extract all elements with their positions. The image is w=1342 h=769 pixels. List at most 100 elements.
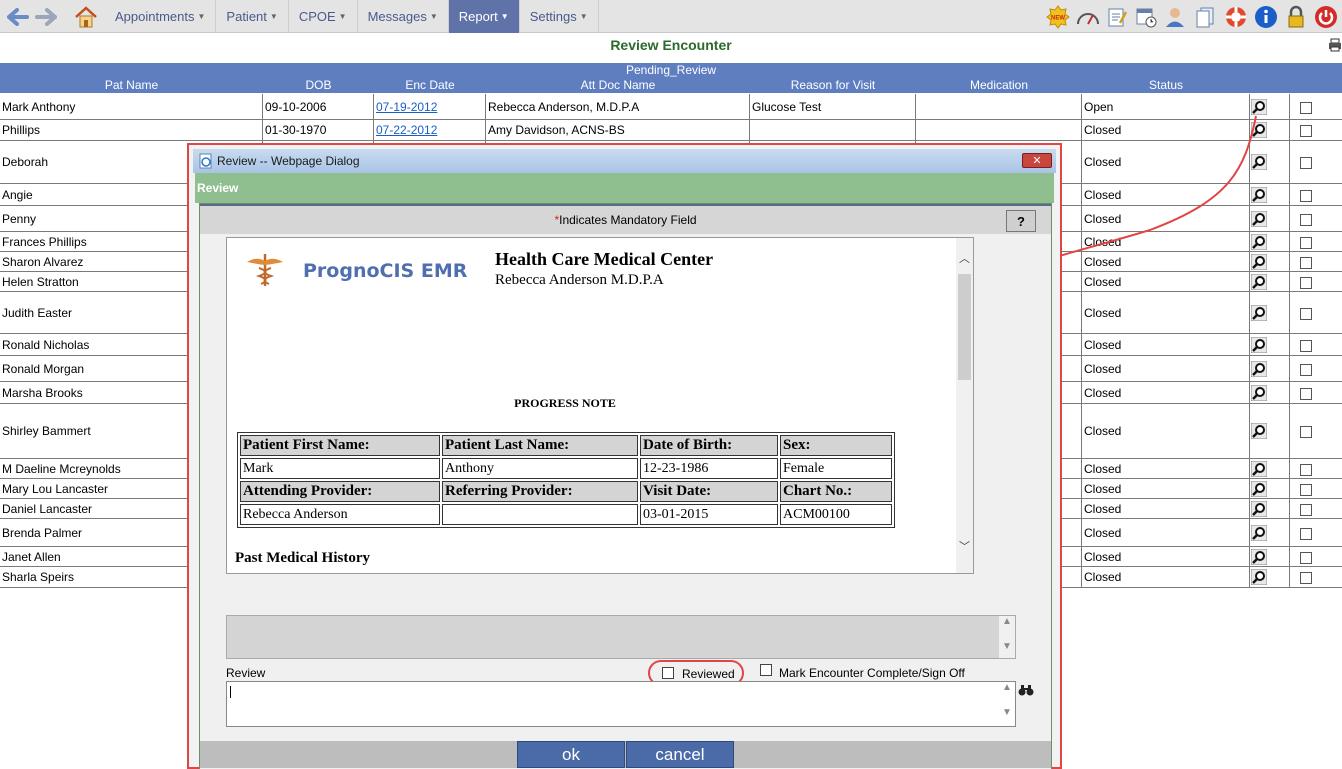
view-cell bbox=[1250, 404, 1290, 458]
row-select-checkbox[interactable] bbox=[1300, 463, 1312, 476]
menu-patient[interactable]: Patient ▼ bbox=[216, 0, 289, 33]
row-select-checkbox[interactable] bbox=[1300, 527, 1312, 540]
back-arrow-icon[interactable] bbox=[6, 5, 30, 29]
row-select-checkbox[interactable] bbox=[1300, 503, 1312, 516]
col-att-doc[interactable]: Att Doc Name bbox=[486, 78, 750, 92]
magnifier-view-icon[interactable] bbox=[1250, 524, 1268, 541]
col-reason[interactable]: Reason for Visit bbox=[750, 78, 916, 92]
row-select-checkbox[interactable] bbox=[1300, 572, 1312, 584]
signoff-label: Mark Encounter Complete/Sign Off bbox=[779, 666, 965, 680]
chevron-up-icon[interactable]: ︿ bbox=[956, 250, 973, 266]
home-icon[interactable] bbox=[72, 5, 100, 29]
menu-appointments[interactable]: Appointments ▼ bbox=[105, 0, 217, 33]
menu-messages[interactable]: Messages ▼ bbox=[358, 0, 449, 33]
forward-arrow-icon[interactable] bbox=[34, 5, 58, 29]
menu-label: Messages bbox=[367, 9, 427, 24]
lifebuoy-help-icon[interactable] bbox=[1224, 5, 1248, 29]
magnifier-view-icon[interactable] bbox=[1250, 360, 1268, 377]
menu-report[interactable]: Report ▼ bbox=[448, 0, 520, 33]
col-dob[interactable]: DOB bbox=[263, 78, 374, 92]
magnifier-view-icon[interactable] bbox=[1250, 500, 1268, 517]
magnifier-view-icon[interactable] bbox=[1250, 568, 1268, 586]
menu-label: Report bbox=[458, 9, 498, 24]
help-button[interactable]: ? bbox=[1006, 210, 1036, 232]
row-select-checkbox[interactable] bbox=[1300, 236, 1312, 249]
last-name-value: Anthony bbox=[442, 458, 638, 479]
col-pat-name[interactable]: Pat Name bbox=[0, 78, 263, 92]
previous-review-text[interactable]: ▲ ▼ bbox=[226, 615, 1016, 659]
review-textarea[interactable]: ▲ ▼ bbox=[226, 681, 1016, 727]
magnifier-view-icon[interactable] bbox=[1250, 121, 1268, 139]
dashboard-gauge-icon[interactable] bbox=[1076, 5, 1100, 29]
magnifier-view-icon[interactable] bbox=[1250, 336, 1268, 353]
select-cell bbox=[1290, 334, 1342, 355]
mandatory-text: Indicates Mandatory Field bbox=[559, 213, 697, 227]
col-medication[interactable]: Medication bbox=[916, 78, 1082, 92]
info-icon[interactable] bbox=[1254, 5, 1278, 29]
close-icon[interactable]: ✕ bbox=[1022, 153, 1052, 168]
lock-icon[interactable] bbox=[1284, 5, 1308, 29]
menu-settings[interactable]: Settings ▼ bbox=[520, 0, 599, 33]
row-select-checkbox[interactable] bbox=[1300, 426, 1312, 438]
row-select-checkbox[interactable] bbox=[1300, 551, 1312, 564]
row-select-checkbox[interactable] bbox=[1300, 363, 1312, 376]
cancel-button[interactable]: cancel bbox=[626, 741, 734, 768]
magnifier-view-icon[interactable] bbox=[1250, 304, 1268, 321]
enc-date-link[interactable]: 07-19-2012 bbox=[376, 100, 437, 114]
col-status[interactable]: Status bbox=[1082, 78, 1250, 92]
ok-button[interactable]: ok bbox=[517, 741, 625, 768]
table-header: Pat Name DOB Enc Date Att Doc Name Reaso… bbox=[0, 77, 1342, 93]
magnifier-view-icon[interactable] bbox=[1250, 233, 1268, 250]
row-select-checkbox[interactable] bbox=[1300, 256, 1312, 269]
binoculars-search-icon[interactable] bbox=[1018, 684, 1034, 696]
magnifier-view-icon[interactable] bbox=[1250, 153, 1268, 171]
header-sex: Sex: bbox=[780, 435, 892, 456]
view-cell bbox=[1250, 94, 1290, 119]
cell-status: Closed bbox=[1082, 292, 1250, 333]
new-badge-icon[interactable]: NEW bbox=[1046, 5, 1070, 29]
row-select-checkbox[interactable] bbox=[1300, 483, 1312, 496]
print-icon[interactable] bbox=[1328, 38, 1342, 52]
row-select-checkbox[interactable] bbox=[1300, 189, 1312, 202]
magnifier-view-icon[interactable] bbox=[1250, 460, 1268, 477]
magnifier-view-icon[interactable] bbox=[1250, 384, 1268, 401]
row-select-checkbox[interactable] bbox=[1300, 339, 1312, 352]
row-select-checkbox[interactable] bbox=[1300, 157, 1312, 169]
magnifier-view-icon[interactable] bbox=[1250, 480, 1268, 497]
magnifier-view-icon[interactable] bbox=[1250, 186, 1268, 203]
cell-enc: 07-22-2012 bbox=[374, 120, 486, 140]
text-scrollbar[interactable]: ▲ ▼ bbox=[999, 616, 1015, 658]
row-select-checkbox[interactable] bbox=[1300, 125, 1312, 137]
magnifier-view-icon[interactable] bbox=[1250, 422, 1268, 440]
row-select-checkbox[interactable] bbox=[1300, 213, 1312, 226]
magnifier-view-icon[interactable] bbox=[1250, 253, 1268, 270]
magnifier-view-icon[interactable] bbox=[1250, 548, 1268, 565]
signoff-checkbox[interactable] bbox=[760, 664, 772, 676]
col-enc-date[interactable]: Enc Date bbox=[374, 78, 486, 92]
magnifier-view-icon[interactable] bbox=[1250, 98, 1268, 115]
chevron-down-icon[interactable]: ﹀ bbox=[956, 538, 973, 554]
menu-cpoe[interactable]: CPOE ▼ bbox=[289, 0, 358, 33]
patient-info-table: Patient First Name: Patient Last Name: D… bbox=[237, 432, 895, 528]
scrollbar-thumb[interactable] bbox=[958, 274, 971, 380]
document-scrollbar[interactable]: ︿ ﹀ bbox=[956, 238, 973, 573]
magnifier-view-icon[interactable] bbox=[1250, 210, 1268, 227]
row-select-checkbox[interactable] bbox=[1300, 307, 1312, 320]
view-cell bbox=[1250, 547, 1290, 566]
enc-date-link[interactable]: 07-22-2012 bbox=[376, 123, 437, 137]
row-select-checkbox[interactable] bbox=[1300, 387, 1312, 400]
textarea-scrollbar[interactable]: ▲ ▼ bbox=[999, 682, 1015, 726]
row-select-checkbox[interactable] bbox=[1300, 101, 1312, 114]
documents-icon[interactable] bbox=[1193, 5, 1217, 29]
notes-edit-icon[interactable] bbox=[1105, 5, 1129, 29]
calendar-clock-icon[interactable] bbox=[1134, 5, 1158, 29]
power-logout-icon[interactable] bbox=[1314, 5, 1338, 29]
row-select-checkbox[interactable] bbox=[1300, 276, 1312, 289]
review-content: PrognoCIS EMR Health Care Medical Center… bbox=[200, 234, 1051, 769]
cell-status: Closed bbox=[1082, 232, 1250, 251]
magnifier-view-icon[interactable] bbox=[1250, 273, 1268, 290]
progress-note-document[interactable]: PrognoCIS EMR Health Care Medical Center… bbox=[226, 237, 974, 574]
reviewed-checkbox[interactable] bbox=[662, 667, 674, 679]
logo-text: PrognoCIS EMR bbox=[303, 260, 468, 282]
user-icon[interactable] bbox=[1163, 5, 1187, 29]
